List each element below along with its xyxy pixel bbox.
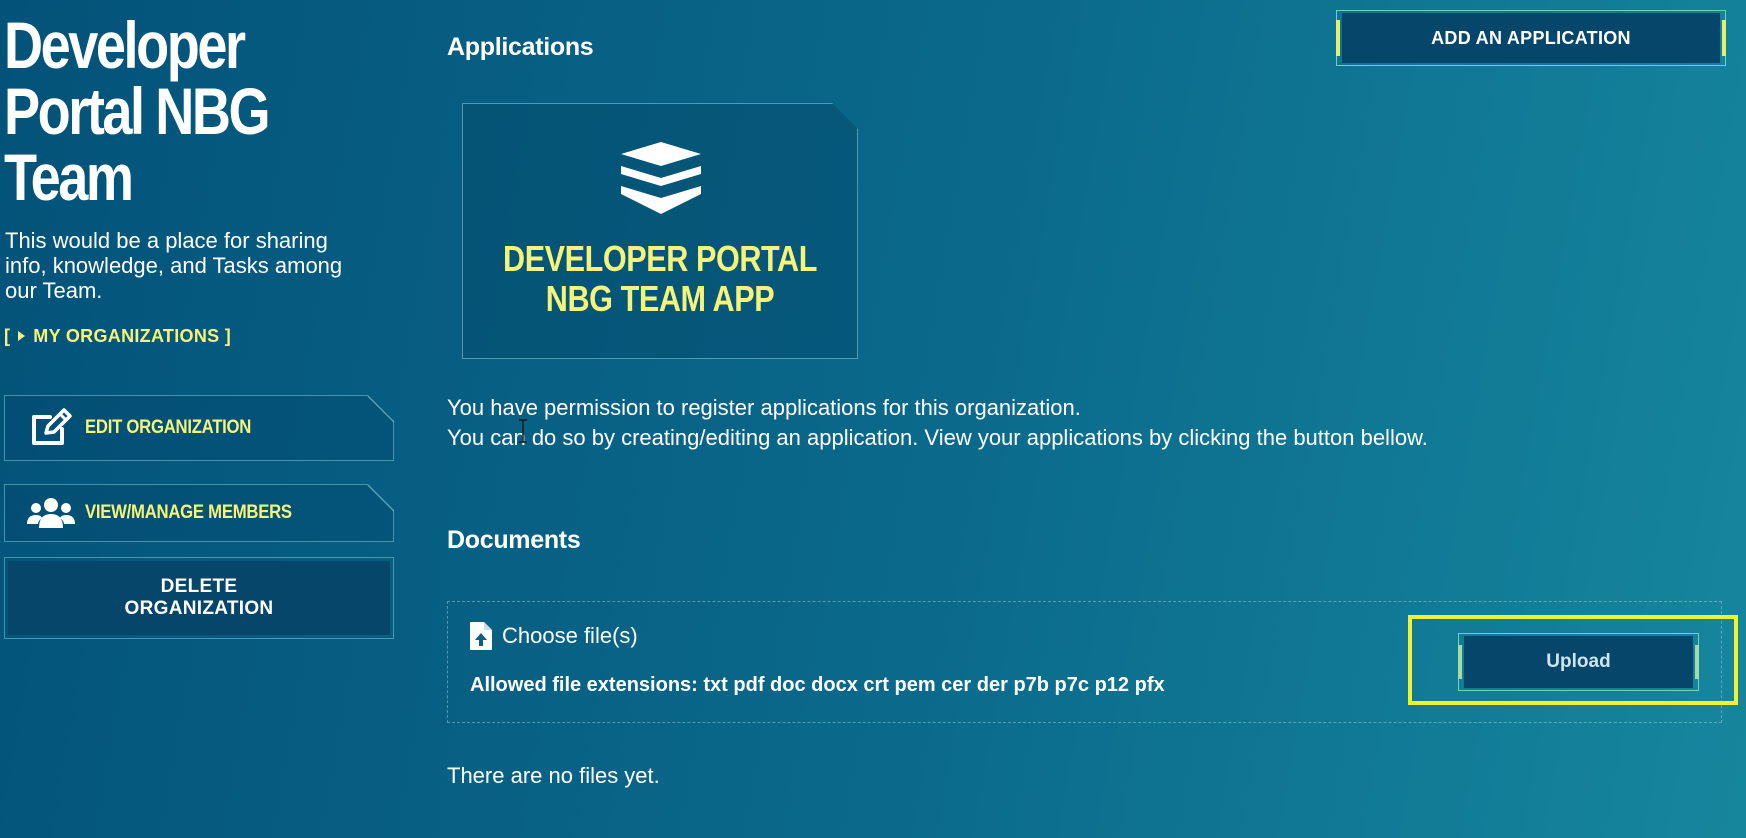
bracket-close: ] xyxy=(224,326,232,346)
my-organizations-label: MY ORGANIZATIONS xyxy=(33,326,220,346)
documents-heading: Documents xyxy=(447,526,581,554)
choose-files-button[interactable]: Choose file(s) xyxy=(470,622,638,650)
add-application-label: ADD AN APPLICATION xyxy=(1342,13,1720,63)
corner-notch-decoration xyxy=(367,485,394,512)
my-organizations-link[interactable]: [ MY ORGANIZATIONS ] xyxy=(4,326,231,347)
upload-button[interactable]: Upload xyxy=(1458,633,1699,691)
allowed-extensions-text: Allowed file extensions: txt pdf doc doc… xyxy=(470,674,1165,696)
text-cursor-icon xyxy=(519,419,527,443)
file-upload-icon xyxy=(470,622,492,650)
application-card[interactable]: DEVELOPER PORTAL NBG TEAM APP xyxy=(462,103,858,359)
upload-label: Upload xyxy=(1464,636,1693,688)
button-notch-left xyxy=(1336,20,1340,56)
edit-organization-button[interactable]: EDIT ORGANIZATION xyxy=(4,395,394,461)
manage-members-button[interactable]: VIEW/MANAGE MEMBERS xyxy=(4,484,394,542)
organization-title: Developer Portal NBG Team xyxy=(4,8,271,214)
button-notch-right xyxy=(1722,20,1726,56)
permission-message: You have permission to register applicat… xyxy=(447,395,1428,450)
bracket-open: [ xyxy=(4,326,11,346)
caret-right-icon xyxy=(18,331,26,341)
applications-heading: Applications xyxy=(447,33,594,61)
edit-icon xyxy=(27,404,75,452)
users-icon xyxy=(27,489,75,537)
organization-sidebar: Developer Portal NBG Team This would be … xyxy=(4,8,394,639)
corner-notch-decoration xyxy=(367,396,394,423)
empty-files-message: There are no files yet. xyxy=(447,763,660,788)
organization-description: This would be a place for sharing info, … xyxy=(5,228,343,303)
button-notch-left xyxy=(1458,645,1462,679)
button-notch-right xyxy=(1695,645,1699,679)
delete-organization-button[interactable]: DELETE ORGANIZATION xyxy=(4,557,394,639)
layers-icon xyxy=(621,142,701,214)
edit-organization-label: EDIT ORGANIZATION xyxy=(85,417,252,438)
choose-files-label: Choose file(s) xyxy=(502,623,638,648)
delete-organization-label: DELETE ORGANIZATION xyxy=(8,561,390,635)
application-name: DEVELOPER PORTAL NBG TEAM APP xyxy=(503,238,817,319)
add-application-button[interactable]: ADD AN APPLICATION xyxy=(1336,10,1726,66)
manage-members-label: VIEW/MANAGE MEMBERS xyxy=(85,502,292,523)
